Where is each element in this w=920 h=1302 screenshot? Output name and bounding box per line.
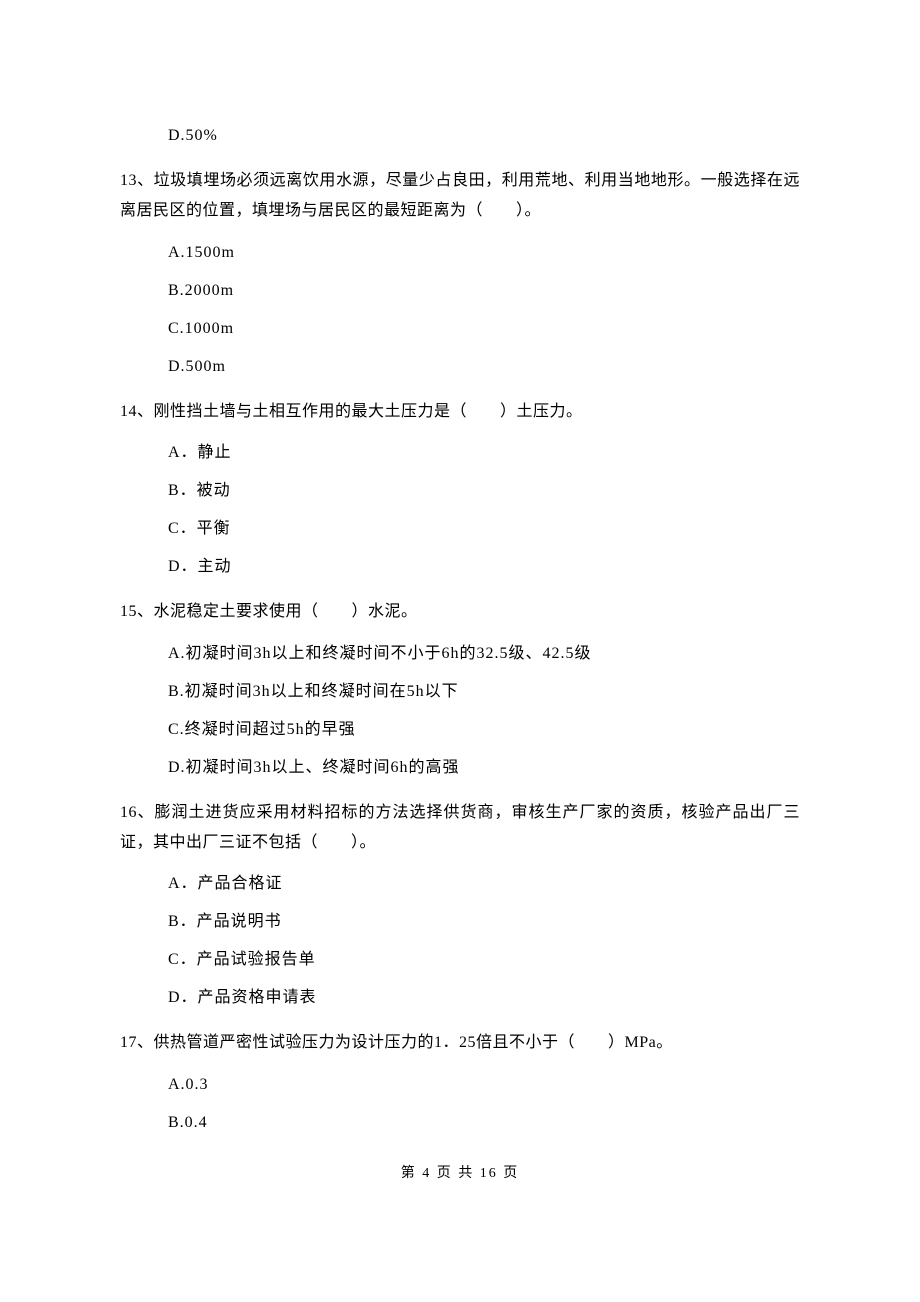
q14-stem: 14、刚性挡土墙与土相互作用的最大土压力是（ ）土压力。 xyxy=(120,397,800,427)
q15-option-a: A.初凝时间3h以上和终凝时间不小于6h的32.5级、42.5级 xyxy=(168,642,800,666)
q17-option-a: A.0.3 xyxy=(168,1073,800,1097)
q15-option-b: B.初凝时间3h以上和终凝时间在5h以下 xyxy=(168,680,800,704)
q14-option-b: B．被动 xyxy=(168,479,800,503)
q16-option-d: D．产品资格申请表 xyxy=(168,986,800,1010)
q16-option-a: A．产品合格证 xyxy=(168,872,800,896)
q13-option-a: A.1500m xyxy=(168,241,800,265)
q13-option-d: D.500m xyxy=(168,355,800,379)
q15-stem: 15、水泥稳定土要求使用（ ）水泥。 xyxy=(120,597,800,627)
q14-option-a: A．静止 xyxy=(168,441,800,465)
q14-option-c: C．平衡 xyxy=(168,517,800,541)
q13-option-c: C.1000m xyxy=(168,317,800,341)
q16-stem: 16、膨润土进货应采用材料招标的方法选择供货商，审核生产厂家的资质，核验产品出厂… xyxy=(120,798,800,859)
page-footer: 第 4 页 共 16 页 xyxy=(120,1163,800,1184)
q17-stem: 17、供热管道严密性试验压力为设计压力的1．25倍且不小于（ ）MPa。 xyxy=(120,1028,800,1058)
q13-stem: 13、垃圾填埋场必须远离饮用水源，尽量少占良田，利用荒地、利用当地地形。一般选择… xyxy=(120,166,800,227)
q15-option-c: C.终凝时间超过5h的早强 xyxy=(168,718,800,742)
q13-option-b: B.2000m xyxy=(168,279,800,303)
q12-option-d: D.50% xyxy=(168,124,800,148)
q16-option-b: B．产品说明书 xyxy=(168,910,800,934)
document-page: D.50% 13、垃圾填埋场必须远离饮用水源，尽量少占良田，利用荒地、利用当地地… xyxy=(0,0,920,1302)
q14-option-d: D．主动 xyxy=(168,555,800,579)
q15-option-d: D.初凝时间3h以上、终凝时间6h的高强 xyxy=(168,756,800,780)
q17-option-b: B.0.4 xyxy=(168,1111,800,1135)
q16-option-c: C．产品试验报告单 xyxy=(168,948,800,972)
